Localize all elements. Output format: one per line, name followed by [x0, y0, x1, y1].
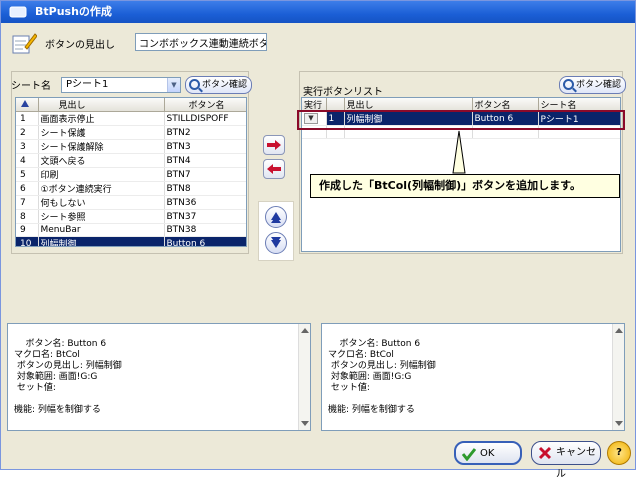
- table-row[interactable]: 4 文頭へ戻る BTN4: [16, 153, 246, 168]
- right-confirm-button[interactable]: ボタン確認: [559, 76, 627, 94]
- down-arrow-icon: [271, 237, 281, 248]
- table-row[interactable]: 2 シート保護 BTN2: [16, 125, 246, 140]
- help-button[interactable]: ?: [607, 441, 631, 465]
- cell-no: 1: [16, 111, 39, 126]
- move-down-button[interactable]: [265, 232, 287, 254]
- exec-list-label: 実行ボタンリスト: [303, 87, 383, 98]
- cell-button: Button 6: [164, 236, 246, 246]
- table-row[interactable]: 3 シート保護解除 BTN3: [16, 139, 246, 154]
- chevron-down-icon[interactable]: ▼: [167, 78, 180, 92]
- cell-button: BTN7: [164, 167, 246, 182]
- right-info-box[interactable]: ボタン名: Button 6 マクロ名: BtCol ボタンの見出し: 列幅制御…: [321, 323, 625, 431]
- sort-header[interactable]: [16, 98, 39, 112]
- right-info-text: ボタン名: Button 6 マクロ名: BtCol ボタンの見出し: 列幅制御…: [328, 339, 436, 415]
- sheet-select[interactable]: Pシート1 ▼: [61, 77, 181, 93]
- cell-no: 10: [16, 236, 39, 246]
- title-bar[interactable]: BtPushの作成: [1, 1, 635, 23]
- cell-no: 3: [16, 139, 39, 154]
- header-row: ボタンの見出し: [11, 31, 631, 55]
- cancel-label: キャンセル: [556, 447, 596, 480]
- left-info-scrollbar[interactable]: [298, 324, 310, 430]
- cell-button: BTN2: [164, 125, 246, 140]
- cell-heading: MenuBar: [38, 223, 165, 237]
- left-info-box[interactable]: ボタン名: Button 6 マクロ名: BtCol ボタンの見出し: 列幅制御…: [7, 323, 311, 431]
- magnifier-icon: [563, 79, 574, 90]
- right-confirm-label: ボタン確認: [576, 80, 622, 90]
- dialog-window: BtPushの作成 ボタンの見出し シート名 Pシート1 ▼ ボタン確認 見出し: [0, 0, 636, 480]
- cell-heading: 画面表示停止: [38, 111, 165, 126]
- callout-pointer: [452, 130, 466, 174]
- cross-icon: [538, 446, 552, 460]
- sort-up-icon: [21, 99, 29, 107]
- app-icon: [9, 6, 27, 18]
- cell-no: 2: [16, 125, 39, 140]
- cell-no: 6: [16, 181, 39, 196]
- col-button-name[interactable]: ボタン名: [164, 98, 246, 112]
- callout-note: 作成した「BtCol(列幅制御)」ボタンを追加します。: [310, 174, 620, 198]
- cell-heading: 列幅制御: [38, 236, 165, 246]
- heading-label: ボタンの見出し: [45, 40, 115, 51]
- reorder-group: [258, 201, 294, 261]
- cell-button: BTN4: [164, 153, 246, 168]
- add-right-button[interactable]: [263, 135, 285, 155]
- cell-heading: ①ボタン連続実行: [38, 181, 165, 196]
- left-arrow-icon: [267, 164, 281, 174]
- help-icon: ?: [616, 447, 622, 458]
- table-row[interactable]: 10 列幅制御 Button 6: [16, 236, 246, 246]
- table-row[interactable]: 6 ①ボタン連続実行 BTN8: [16, 181, 246, 196]
- sheet-select-value: Pシート1: [66, 79, 109, 90]
- cell-button: BTN37: [164, 209, 246, 224]
- move-up-button[interactable]: [265, 206, 287, 228]
- cell-heading: シート参照: [38, 209, 165, 224]
- cell-heading: 印刷: [38, 167, 165, 182]
- right-info-scrollbar[interactable]: [612, 324, 624, 430]
- cell-button: STILLDISPOFF: [164, 111, 246, 126]
- cell-button: BTN3: [164, 139, 246, 154]
- ok-label: OK: [480, 448, 495, 459]
- table-row[interactable]: 1 画面表示停止 STILLDISPOFF: [16, 111, 246, 126]
- left-button-grid[interactable]: 見出し ボタン名 1 画面表示停止 STILLDISPOFF 2 シート保護 BTN2 3 シ…: [15, 97, 247, 247]
- cell-button: BTN38: [164, 223, 246, 237]
- sheet-name-label: シート名: [11, 81, 51, 92]
- cell-no: 4: [16, 153, 39, 168]
- cell-no: 9: [16, 223, 39, 237]
- ok-button[interactable]: OK: [454, 441, 522, 465]
- table-row[interactable]: 5 印刷 BTN7: [16, 167, 246, 182]
- cell-heading: 何もしない: [38, 195, 165, 210]
- pencil-notepad-icon: [12, 33, 37, 54]
- col-heading[interactable]: 見出し: [38, 98, 165, 112]
- table-row[interactable]: 7 何もしない BTN36: [16, 195, 246, 210]
- remove-left-button[interactable]: [263, 159, 285, 179]
- left-grid-header: 見出し ボタン名: [16, 98, 246, 112]
- heading-input[interactable]: [135, 33, 267, 51]
- cell-no: 7: [16, 195, 39, 210]
- magnifier-icon: [189, 79, 200, 90]
- cancel-button[interactable]: キャンセル: [531, 441, 601, 480]
- highlight-box: [297, 110, 625, 130]
- table-row[interactable]: 9 MenuBar BTN38: [16, 223, 246, 237]
- window-title: BtPushの作成: [35, 5, 112, 18]
- cell-button: BTN8: [164, 181, 246, 196]
- left-button-table: 見出し ボタン名 1 画面表示停止 STILLDISPOFF 2 シート保護 BTN2 3 シ…: [16, 98, 246, 246]
- up-arrow-icon: [271, 212, 281, 223]
- cell-heading: シート保護解除: [38, 139, 165, 154]
- left-confirm-button[interactable]: ボタン確認: [185, 76, 253, 94]
- cell-button: BTN36: [164, 195, 246, 210]
- right-arrow-icon: [267, 140, 281, 150]
- cell-no: 8: [16, 209, 39, 224]
- check-icon: [462, 448, 476, 461]
- cell-heading: 文頭へ戻る: [38, 153, 165, 168]
- table-row[interactable]: 8 シート参照 BTN37: [16, 209, 246, 224]
- cell-no: 5: [16, 167, 39, 182]
- cell-heading: シート保護: [38, 125, 165, 140]
- left-info-text: ボタン名: Button 6 マクロ名: BtCol ボタンの見出し: 列幅制御…: [14, 339, 122, 415]
- left-confirm-label: ボタン確認: [202, 80, 248, 90]
